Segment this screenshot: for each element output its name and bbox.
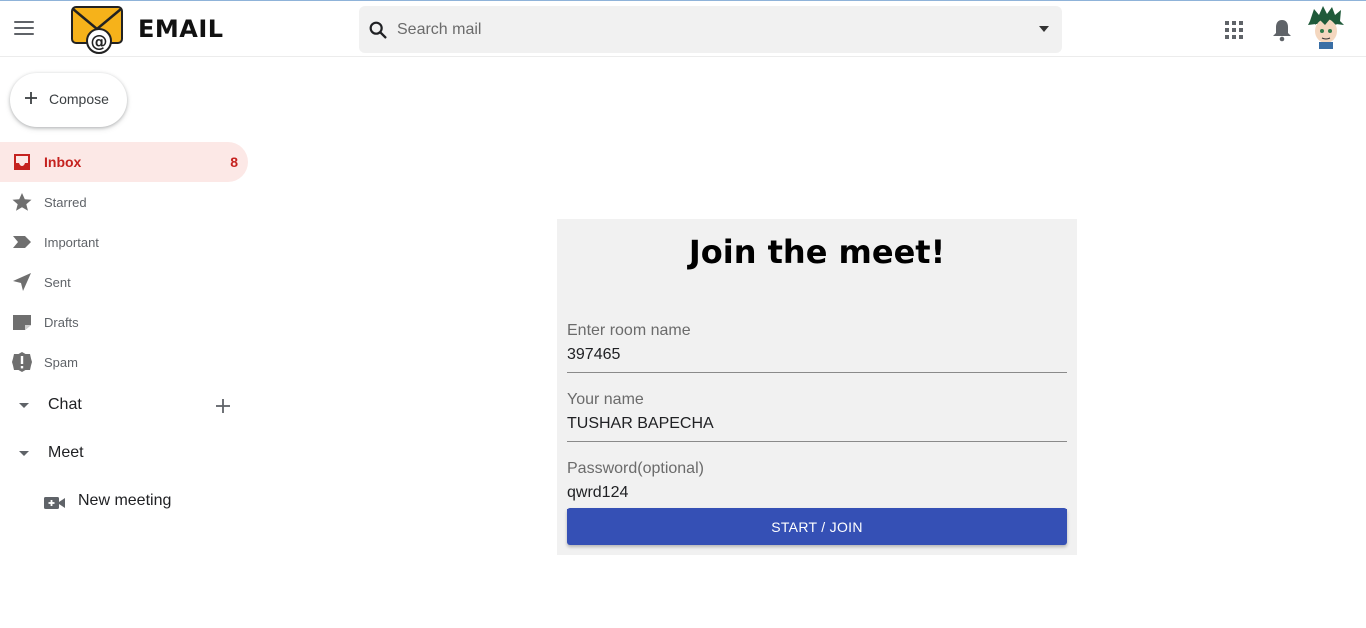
sidebar-item-spam[interactable]: Spam xyxy=(0,342,248,382)
top-bar: @ EMAIL xyxy=(0,1,1366,57)
menu-icon[interactable] xyxy=(14,21,34,37)
sidebar-item-label: Starred xyxy=(44,195,87,210)
svg-text:@: @ xyxy=(91,32,108,52)
your-name-input[interactable] xyxy=(567,413,1067,442)
new-meeting-button[interactable]: New meeting xyxy=(40,487,220,517)
sidebar-item-sent[interactable]: Sent xyxy=(0,262,248,302)
sidebar-item-label: Spam xyxy=(44,355,78,370)
your-name-field: Your name xyxy=(567,391,1067,443)
inbox-icon xyxy=(14,154,30,170)
sidebar-item-label: Drafts xyxy=(44,315,79,330)
apps-icon[interactable] xyxy=(1225,21,1243,39)
new-meeting-label: New meeting xyxy=(78,492,172,509)
chat-section-label: Chat xyxy=(48,396,82,413)
bell-icon[interactable] xyxy=(1271,18,1293,42)
sidebar-item-label: Important xyxy=(44,235,99,250)
avatar[interactable] xyxy=(1306,5,1346,49)
password-label: Password(optional) xyxy=(567,460,704,477)
search-bar xyxy=(359,6,1062,53)
room-name-input[interactable] xyxy=(567,344,1067,373)
sidebar-item-label: Sent xyxy=(44,275,71,290)
room-name-field: Enter room name xyxy=(567,322,1067,374)
sidebar-item-inbox[interactable]: Inbox 8 xyxy=(0,142,248,182)
add-chat-icon[interactable] xyxy=(215,398,231,414)
send-icon xyxy=(13,273,31,291)
search-input[interactable] xyxy=(397,6,1017,53)
compose-label: Compose xyxy=(49,91,109,107)
meet-section-label: Meet xyxy=(48,444,84,461)
card-title: Join the meet! xyxy=(688,233,946,271)
star-icon xyxy=(12,193,32,211)
meet-section-header: Meet xyxy=(0,438,248,468)
video-plus-icon xyxy=(44,497,65,509)
room-name-label: Enter room name xyxy=(567,322,691,339)
chat-section-header: Chat xyxy=(0,390,248,420)
app-title: EMAIL xyxy=(138,15,224,43)
plus-icon xyxy=(25,92,37,104)
drafts-icon xyxy=(13,315,31,330)
search-icon[interactable] xyxy=(367,19,389,41)
email-logo-icon[interactable]: @ xyxy=(71,5,125,55)
your-name-label: Your name xyxy=(567,391,644,408)
chevron-down-icon[interactable] xyxy=(19,403,29,408)
sidebar-item-label: Inbox xyxy=(44,154,82,170)
start-join-button[interactable]: START / JOIN xyxy=(567,508,1067,545)
label-important-icon xyxy=(13,236,31,248)
sidebar-item-drafts[interactable]: Drafts xyxy=(0,302,248,342)
compose-button[interactable]: Compose xyxy=(10,73,127,127)
spam-icon xyxy=(12,352,32,372)
inbox-unread-count: 8 xyxy=(230,154,238,170)
password-field: Password(optional) xyxy=(567,460,1067,512)
join-meet-card: Join the meet! Enter room name Your name… xyxy=(557,219,1077,555)
search-options-dropdown-icon[interactable] xyxy=(1039,26,1049,32)
chevron-down-icon[interactable] xyxy=(19,451,29,456)
sidebar-item-important[interactable]: Important xyxy=(0,222,248,262)
password-input[interactable] xyxy=(567,482,1067,511)
sidebar-item-starred[interactable]: Starred xyxy=(0,182,248,222)
